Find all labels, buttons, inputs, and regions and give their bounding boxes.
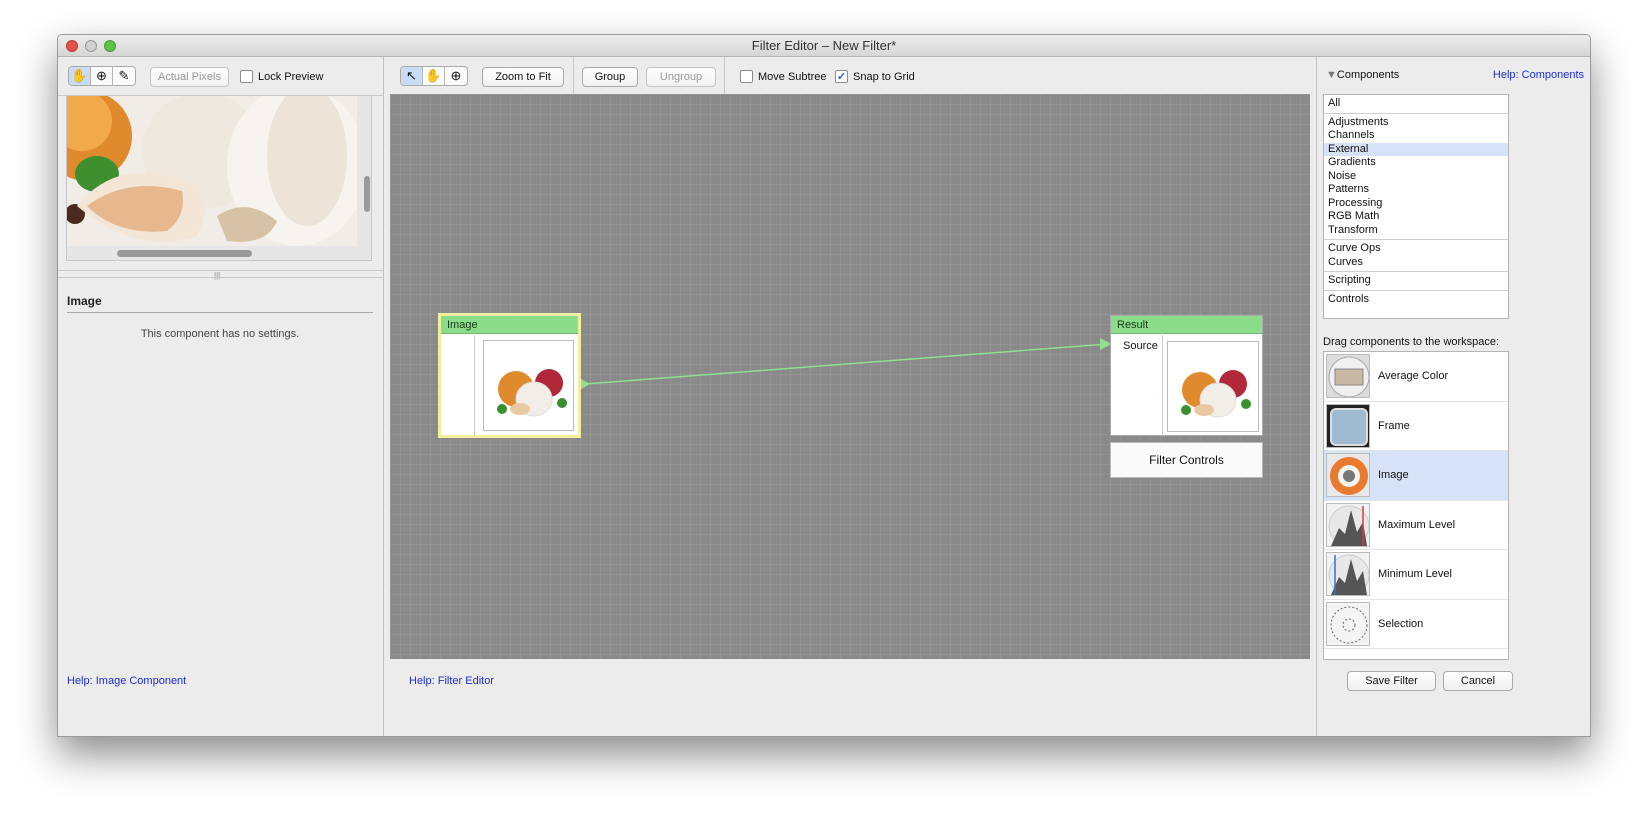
category-item[interactable]: External: [1324, 142, 1508, 156]
hand-icon[interactable]: ✋: [423, 67, 445, 85]
move-subtree-checkbox[interactable]: Move Subtree: [740, 70, 826, 83]
category-item[interactable]: Curves: [1324, 256, 1508, 270]
category-item[interactable]: All: [1324, 97, 1508, 111]
component-item-label: Frame: [1378, 419, 1410, 432]
component-item[interactable]: Minimum Level: [1324, 550, 1508, 600]
snap-to-grid-label: Snap to Grid: [853, 70, 915, 83]
lock-preview-label: Lock Preview: [258, 70, 324, 83]
category-item[interactable]: Adjustments: [1324, 116, 1508, 130]
component-item[interactable]: Maximum Level: [1324, 501, 1508, 550]
zoom-in-icon[interactable]: ⊕: [91, 67, 113, 85]
image-node-thumbnail: [483, 340, 574, 431]
component-item-label: Image: [1378, 469, 1409, 482]
image-node-title: Image: [441, 316, 578, 334]
group-button[interactable]: Group: [582, 67, 638, 87]
image-preview[interactable]: [66, 95, 372, 261]
minimum-level-icon: [1326, 552, 1370, 597]
filter-editor-window: Filter Editor – New Filter* ✋ ⊕ ✎ Actual…: [57, 34, 1591, 737]
component-item-label: Minimum Level: [1378, 568, 1452, 581]
workspace-tools: ↖ ✋ ⊕: [400, 66, 468, 86]
zoom-in-icon[interactable]: ⊕: [445, 67, 467, 85]
category-item[interactable]: Channels: [1324, 129, 1508, 143]
component-item-label: Selection: [1378, 617, 1424, 630]
category-divider: [1324, 112, 1508, 114]
maximum-level-icon: [1326, 502, 1370, 547]
help-filter-editor-link[interactable]: Help: Filter Editor: [409, 675, 494, 687]
category-item[interactable]: Patterns: [1324, 183, 1508, 197]
garlic-preview-image: [67, 96, 371, 260]
zoom-window-button[interactable]: [104, 40, 116, 52]
workspace-canvas[interactable]: Image Result Source Filter Controls: [390, 94, 1310, 659]
no-settings-message: This component has no settings.: [140, 328, 300, 340]
inspector-title: Image: [67, 294, 102, 308]
components-panel: ▼Components Help: Components All Adjustme…: [1316, 57, 1590, 736]
component-item[interactable]: Average Color: [1324, 352, 1508, 402]
eyedropper-icon[interactable]: ✎: [113, 67, 135, 85]
disclosure-triangle-icon[interactable]: ▼: [1326, 69, 1337, 81]
preview-tools: ✋ ⊕ ✎: [68, 66, 136, 86]
drag-hint: Drag components to the workspace:: [1323, 336, 1500, 348]
ungroup-button[interactable]: Ungroup: [646, 67, 716, 87]
category-item[interactable]: Curve Ops: [1324, 242, 1508, 256]
category-list[interactable]: All Adjustments Channels External Gradients N…: [1323, 94, 1509, 319]
image-node[interactable]: Image: [438, 313, 581, 438]
category-item[interactable]: Noise: [1324, 170, 1508, 184]
move-subtree-box[interactable]: [740, 70, 753, 83]
source-port-label[interactable]: Source: [1123, 340, 1158, 352]
components-header: Components: [1336, 69, 1400, 81]
close-window-button[interactable]: [66, 40, 78, 52]
category-item[interactable]: Transform: [1324, 224, 1508, 238]
category-divider: [1324, 271, 1508, 272]
component-item[interactable]: Frame: [1324, 402, 1508, 451]
filter-controls-button[interactable]: Filter Controls: [1110, 442, 1263, 478]
image-component-icon: [1326, 453, 1370, 498]
split-handle[interactable]: |||: [214, 271, 220, 280]
category-item[interactable]: RGB Math: [1324, 210, 1508, 224]
component-item-label: Average Color: [1378, 370, 1449, 383]
average-color-icon: [1326, 354, 1370, 399]
component-list[interactable]: Average Color Frame Image Maximum Level Mini…: [1323, 351, 1509, 660]
help-components-link[interactable]: Help: Components: [1493, 69, 1584, 81]
cancel-button[interactable]: Cancel: [1443, 671, 1513, 691]
category-divider: [1324, 239, 1508, 240]
title-bar: Filter Editor – New Filter*: [58, 35, 1590, 57]
category-item[interactable]: Processing: [1324, 197, 1508, 211]
move-subtree-label: Move Subtree: [758, 70, 827, 83]
component-item[interactable]: Image: [1324, 451, 1508, 501]
lock-preview-checkbox[interactable]: Lock Preview: [240, 70, 323, 83]
component-item[interactable]: Selection: [1324, 600, 1508, 649]
zoom-to-fit-button[interactable]: Zoom to Fit: [482, 67, 564, 87]
minimize-window-button[interactable]: [85, 40, 97, 52]
result-node[interactable]: Result Source: [1110, 315, 1263, 436]
snap-to-grid-box[interactable]: ✓: [835, 70, 848, 83]
lock-preview-box[interactable]: [240, 70, 253, 83]
category-item[interactable]: Scripting: [1324, 274, 1508, 288]
snap-to-grid-checkbox[interactable]: ✓ Snap to Grid: [835, 70, 915, 83]
hand-icon[interactable]: ✋: [69, 67, 91, 85]
category-item[interactable]: Controls: [1324, 293, 1508, 307]
component-item-label: Maximum Level: [1378, 518, 1456, 531]
connection-line: [584, 343, 1109, 385]
main-toolbar: ↖ ✋ ⊕ Zoom to Fit Group Ungroup Move Sub…: [390, 57, 1310, 94]
category-divider: [1324, 289, 1508, 291]
arrow-pointer-icon[interactable]: ↖: [401, 67, 423, 85]
left-panel: ✋ ⊕ ✎ Actual Pixels Lock Preview ||| Ima…: [58, 57, 384, 736]
save-filter-button[interactable]: Save Filter: [1347, 671, 1436, 691]
help-image-component-link[interactable]: Help: Image Component: [67, 675, 186, 687]
components-disclosure[interactable]: ▼Components: [1326, 69, 1399, 81]
result-node-title: Result: [1111, 316, 1262, 334]
category-item[interactable]: Gradients: [1324, 156, 1508, 170]
window-title: Filter Editor – New Filter*: [751, 38, 897, 53]
actual-pixels-button[interactable]: Actual Pixels: [150, 67, 229, 87]
selection-icon: [1326, 601, 1370, 646]
frame-icon: [1326, 403, 1370, 448]
result-node-thumbnail: [1167, 341, 1259, 432]
